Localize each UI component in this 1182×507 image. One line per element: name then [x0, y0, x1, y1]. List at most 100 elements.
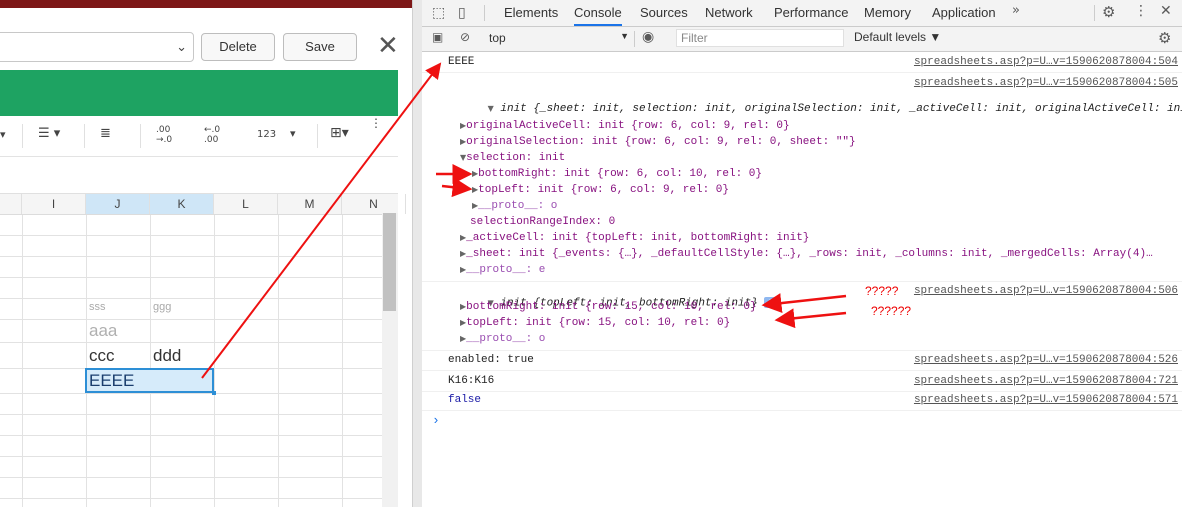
chevron-down-icon[interactable]: ▾	[0, 128, 6, 141]
tree-label: topLeft: init {row: 6, col: 9, rel: 0}	[478, 184, 729, 196]
object-summary: init {_sheet: init, selection: init, ori…	[500, 103, 1182, 115]
tree-item[interactable]: ▶topLeft: init {row: 15, col: 10, rel: 0…	[460, 317, 1182, 329]
tree-label: __proto__: e	[466, 264, 546, 276]
source-link[interactable]: spreadsheets.asp?p=U…v=1590620878004:504	[914, 56, 1178, 68]
vertical-align-icon[interactable]: ≣	[100, 126, 111, 141]
close-icon[interactable]: ✕	[377, 32, 399, 60]
annotation-text: ?????	[865, 284, 899, 298]
increase-decimal-icon[interactable]: .00 →.0	[156, 125, 172, 145]
cell-j-ccc[interactable]: ccc	[89, 346, 115, 366]
browser-strip	[0, 0, 412, 8]
save-button[interactable]: Save	[283, 33, 357, 61]
tree-label: originalActiveCell: init {row: 6, col: 9…	[466, 120, 790, 132]
console-output: EEEE spreadsheets.asp?p=U…v=159062087800…	[422, 52, 1182, 507]
tree-label: originalSelection: init {row: 6, col: 9,…	[466, 136, 856, 148]
tree-item: selectionRangeIndex: 0	[470, 216, 1182, 228]
app-toolbar: ⌄ Delete Save ✕	[0, 8, 412, 70]
tab-memory[interactable]: Memory	[864, 0, 911, 26]
tree-item[interactable]: ▶topLeft: init {row: 6, col: 9, rel: 0}	[472, 184, 1182, 196]
tree-label: _activeCell: init {topLeft: init, bottom…	[466, 232, 810, 244]
cell-j-aaa[interactable]: aaa	[89, 321, 117, 341]
device-toolbar-icon[interactable]: ▯	[458, 5, 466, 21]
decrease-decimal-icon[interactable]: ←.0.00	[204, 125, 220, 145]
tree-label: __proto__: o	[478, 200, 558, 212]
fill-handle[interactable]	[212, 391, 216, 395]
tree-label: bottomRight: init {row: 6, col: 10, rel:…	[478, 168, 763, 180]
format-toolbar: ▾ ☰ ▾ ≣ .00 →.0 ←.0.00 123 ▾ ⊞▾ ⋮	[0, 116, 398, 157]
column-header-k[interactable]: K	[150, 194, 214, 214]
tree-item[interactable]: ▶bottomRight: init {row: 15, col: 10, re…	[460, 301, 1182, 313]
gear-icon[interactable]: ⚙	[1158, 29, 1171, 47]
inspect-icon[interactable]: ⬚	[432, 5, 445, 21]
tree-label: topLeft: init {row: 15, col: 10, rel: 0}	[466, 317, 731, 329]
sidebar-toggle-icon[interactable]: ▣	[432, 30, 443, 44]
tab-network[interactable]: Network	[705, 0, 753, 26]
delete-button[interactable]: Delete	[201, 33, 275, 61]
tree-item[interactable]: ▶_sheet: init {_events: {…}, _defaultCel…	[460, 248, 1182, 260]
formula-bar[interactable]	[0, 157, 398, 194]
eye-icon[interactable]: ◉	[642, 29, 654, 45]
tab-application[interactable]: Application	[932, 0, 996, 26]
console-toolbar: ▣ ⊘ top ▼ ◉ Filter Default levels ▼ ⚙	[422, 27, 1182, 52]
log-levels-select[interactable]: Default levels ▼	[854, 30, 941, 44]
source-link[interactable]: spreadsheets.asp?p=U…v=1590620878004:721	[914, 375, 1178, 387]
cell-j-eeee[interactable]: EEEE	[89, 371, 134, 391]
tree-label: selection: init	[466, 152, 566, 164]
column-headers: I J K L M N	[0, 194, 406, 215]
tree-item[interactable]: ▶__proto__: e	[460, 264, 1182, 276]
clear-console-icon[interactable]: ⊘	[460, 30, 470, 44]
tab-sources[interactable]: Sources	[640, 0, 688, 26]
source-link[interactable]: spreadsheets.asp?p=U…v=1590620878004:526	[914, 354, 1178, 366]
devtools-tabbar: ⬚ ▯ Elements Console Sources Network Per…	[422, 0, 1182, 27]
tree-item[interactable]: ▶originalSelection: init {row: 6, col: 9…	[460, 136, 1182, 148]
cell-grid[interactable]: sss ggg aaa ccc ddd EEEE	[0, 215, 382, 507]
grid-lines	[0, 215, 382, 507]
annotation-text: ??????	[871, 304, 912, 318]
sheet-select[interactable]: ⌄	[0, 32, 194, 62]
tree-item[interactable]: ▶__proto__: o	[472, 200, 1182, 212]
scrollbar-thumb[interactable]	[383, 213, 396, 311]
gear-icon[interactable]: ⚙	[1102, 3, 1115, 21]
console-prompt[interactable]: ›	[432, 413, 1182, 428]
cell-j-label[interactable]: sss	[89, 301, 106, 313]
chevron-down-icon: ⌄	[176, 40, 187, 55]
tree-item[interactable]: ▶__proto__: o	[460, 333, 1182, 345]
cell-k-ddd[interactable]: ddd	[153, 346, 181, 366]
source-link[interactable]: spreadsheets.asp?p=U…v=1590620878004:505	[914, 77, 1178, 89]
chevron-down-icon: ▼	[620, 31, 629, 41]
tab-elements[interactable]: Elements	[504, 0, 558, 26]
tree-item[interactable]: ▼selection: init	[460, 152, 1182, 164]
vertical-scrollbar[interactable]	[382, 213, 398, 507]
chevron-down-icon[interactable]: ▾	[290, 127, 296, 140]
more-tabs-icon[interactable]: »	[1012, 3, 1020, 18]
tree-item[interactable]: ▶bottomRight: init {row: 6, col: 10, rel…	[472, 168, 1182, 180]
cell-k-label[interactable]: ggg	[153, 301, 171, 313]
column-header-j[interactable]: J	[86, 194, 150, 214]
column-header-l[interactable]: L	[214, 194, 278, 214]
source-link[interactable]: spreadsheets.asp?p=U…v=1590620878004:571	[914, 394, 1178, 406]
tab-performance[interactable]: Performance	[774, 0, 848, 26]
number-format-button[interactable]: 123	[257, 129, 276, 140]
tree-label: _sheet: init {_events: {…}, _defaultCell…	[466, 248, 1153, 260]
tree-item[interactable]: ▶originalActiveCell: init {row: 6, col: …	[460, 120, 1182, 132]
header-bar	[0, 70, 398, 116]
tab-console[interactable]: Console	[574, 0, 622, 26]
align-icon[interactable]: ☰ ▾	[38, 126, 60, 141]
more-vert-icon[interactable]: ⋮	[370, 116, 382, 130]
tree-label: __proto__: o	[466, 333, 546, 345]
column-header[interactable]	[0, 194, 22, 214]
more-vert-icon[interactable]: ⋮	[1134, 3, 1148, 19]
context-value: top	[489, 31, 506, 45]
column-header-i[interactable]: I	[22, 194, 86, 214]
filter-input[interactable]: Filter	[676, 29, 844, 47]
tree-item[interactable]: ▶_activeCell: init {topLeft: init, botto…	[460, 232, 1182, 244]
borders-icon[interactable]: ⊞▾	[330, 125, 349, 141]
column-header-m[interactable]: M	[278, 194, 342, 214]
close-icon[interactable]: ✕	[1160, 3, 1172, 19]
tree-label: bottomRight: init {row: 15, col: 10, rel…	[466, 301, 757, 313]
tree-label: selectionRangeIndex: 0	[470, 216, 616, 228]
spreadsheet-app: ⌄ Delete Save ✕ ▾ ☰ ▾ ≣ .00 →.0 ←.0.00 12…	[0, 0, 412, 507]
devtools-panel: ⬚ ▯ Elements Console Sources Network Per…	[422, 0, 1182, 507]
context-select[interactable]: top ▼	[489, 31, 629, 47]
column-header-n[interactable]: N	[342, 194, 406, 214]
